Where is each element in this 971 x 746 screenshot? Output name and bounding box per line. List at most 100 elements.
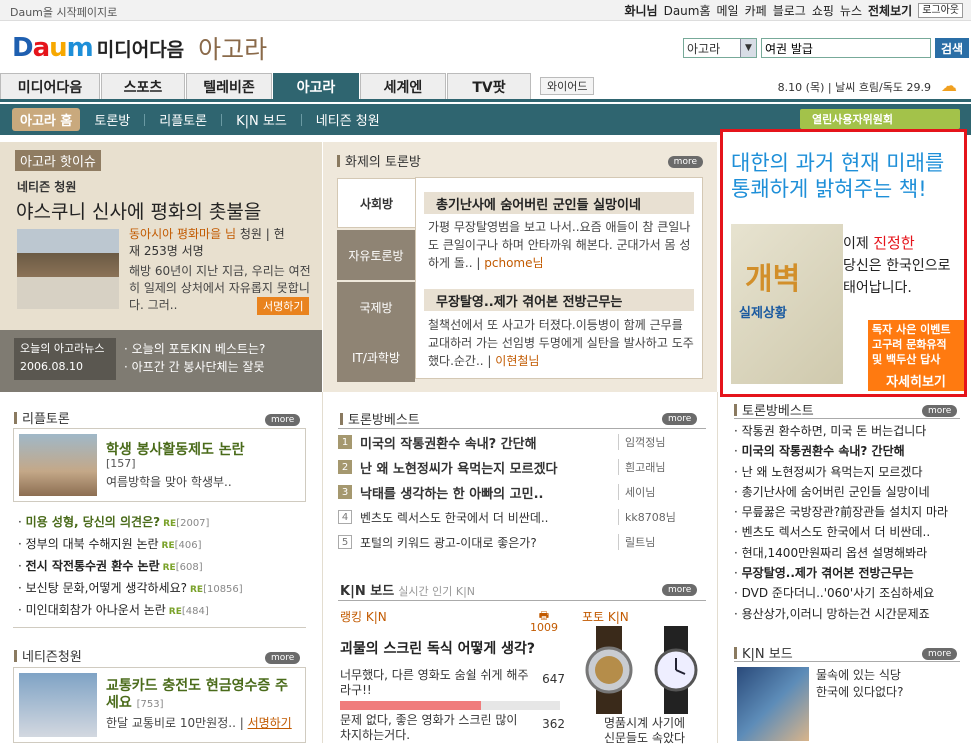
list-item[interactable]: · 벤츠도 렉서스도 한국에서 더 비싼데.. [734, 522, 948, 542]
best-author[interactable]: 세이님 [618, 484, 655, 500]
best-right-item[interactable]: 벤츠도 렉서스도 한국에서 더 비싼데.. [742, 525, 931, 539]
tab-it-science[interactable]: IT/과학방 [337, 332, 415, 382]
petition-title-text[interactable]: 교통카드 충전도 현금영수증 주세요 [106, 678, 288, 711]
link-daum-home[interactable]: Daum홈 [664, 2, 711, 19]
book-advertisement[interactable]: 대한의 과거 현재 미래를 통쾌하게 밝혀주는 책! 개벽 실제상황 이제 진정한 … [720, 129, 967, 397]
all-view-link[interactable]: 전체보기 [868, 2, 912, 19]
best-right-more-button[interactable]: more [922, 405, 958, 417]
list-item[interactable]: 1 미국의 작통권환수 속내? 간단해 임꺽정님 [338, 432, 708, 452]
best-right-item[interactable]: 무장탈영..제가 겪어본 전방근무는 [742, 566, 914, 580]
logout-button[interactable]: 로그아웃 [918, 3, 963, 18]
best-author[interactable]: 릴트님 [618, 534, 655, 550]
riple-item-text[interactable]: 미용 성형, 당신의 의견은? [26, 515, 160, 529]
debate-item-body[interactable]: 철책선에서 또 사고가 터졌다.이등병이 함께 근무를 교대하러 가는 선임병 … [428, 316, 694, 370]
list-item[interactable]: · 무릎꿇은 국방장관?前장관들 설치지 마라 [734, 502, 948, 522]
debate-item-title[interactable]: 무장탈영..제가 겪어본 전방근무는 [424, 289, 694, 311]
riple-item-text[interactable]: 전시 작전통수권 환수 논란 [26, 559, 160, 573]
list-item[interactable]: · 난 왜 노현정씨가 욕먹는지 모르겠다 [734, 462, 948, 482]
list-item[interactable]: · 미인대회참가 아나운서 논란 RE[484] [18, 600, 243, 622]
news-item[interactable]: · 오늘의 포토KIN 베스트는? [124, 340, 265, 358]
link-mail[interactable]: 메일 [717, 2, 739, 19]
best-right-item[interactable]: 난 왜 노현정씨가 욕먹는지 모르겠다 [742, 465, 923, 479]
best-right-item[interactable]: 용산상가,이러니 망하는건 시간문제죠 [742, 607, 930, 621]
list-item[interactable]: · 작통권 환수하면, 미국 돈 버는겁니다 [734, 421, 948, 441]
list-item[interactable]: 3 낙태를 생각하는 한 아빠의 고민.. 세이님 [338, 482, 708, 502]
answer-option[interactable]: 너무했다, 다른 영화도 숨쉴 쉬게 해주라구!! 647 [340, 668, 565, 698]
ad-details-button[interactable]: 자세히보기 [868, 369, 964, 391]
underwater-restaurant-photo[interactable] [737, 667, 809, 741]
chevron-down-icon[interactable]: ▼ [740, 39, 756, 57]
daum-logo[interactable]: Daum [12, 33, 94, 63]
list-item[interactable]: · 용산상가,이러니 망하는건 시간문제죠 [734, 604, 948, 624]
tab-free-debate[interactable]: 자유토론방 [337, 230, 415, 280]
debate-item-author[interactable]: pchome님 [484, 256, 543, 270]
watch-photo[interactable] [582, 626, 707, 714]
list-item[interactable]: · 총기난사에 숨어버린 군인들 실망이네 [734, 482, 948, 502]
best-right-item[interactable]: DVD 준다더니..'060'사기 조심하세요 [742, 586, 935, 600]
best-title[interactable]: 포털의 키워드 광고-이대로 좋은가? [360, 534, 618, 551]
link-blog[interactable]: 블로그 [773, 2, 806, 19]
link-cafe[interactable]: 카페 [745, 2, 767, 19]
subnav-agora-home[interactable]: 아고라 홈 [12, 108, 81, 131]
hot-issue-title[interactable]: 야스쿠니 신사에 평화의 촛불을 [16, 197, 261, 224]
best-right-item[interactable]: 작통권 환수하면, 미국 돈 버는겁니다 [742, 424, 927, 438]
tab-society[interactable]: 사회방 [337, 178, 415, 228]
search-button[interactable]: 검색 [935, 38, 969, 58]
set-start-page-link[interactable]: Daum을 시작페이지로 [10, 4, 117, 20]
subnav-debate-room[interactable]: 토론방 [80, 110, 144, 129]
tab-tvpot[interactable]: TV팟 [447, 73, 531, 99]
petition-desc-text[interactable]: 한달 교통비로 10만원정.. [106, 716, 236, 730]
tab-agora[interactable]: 아고라 [273, 73, 359, 99]
sign-button[interactable]: 서명하기 [257, 297, 310, 315]
best-author[interactable]: kk8708님 [618, 509, 676, 525]
list-item[interactable]: 4 벤츠도 렉서스도 한국에서 더 비싼데.. kk8708님 [338, 507, 708, 527]
open-user-committee-banner[interactable]: 열린사용자위원회 [800, 109, 960, 129]
kin-right-more-button[interactable]: more [922, 648, 958, 660]
tab-televizone[interactable]: 텔레비존 [186, 73, 272, 99]
tab-sports[interactable]: 스포츠 [101, 73, 185, 99]
yasukuni-shrine-photo[interactable] [17, 229, 119, 309]
tab-wired[interactable]: 와이어드 [540, 77, 595, 95]
list-item[interactable]: · 정부의 대북 수해지원 논란 RE[406] [18, 534, 243, 556]
photo-caption[interactable]: 명품시계 사기에 신문들도 속았다 [582, 716, 707, 746]
debate-more-button[interactable]: more [667, 156, 703, 168]
petition-title[interactable]: 교통카드 충전도 현금영수증 주세요 [753] [106, 678, 296, 713]
petition-featured[interactable]: 교통카드 충전도 현금영수증 주세요 [753] 한달 교통비로 10만원정..… [13, 667, 306, 743]
answer-option[interactable]: 문제 없다, 좋은 영화가 스크린 많이 차지하는거다. 362 [340, 713, 565, 743]
best-right-item[interactable]: 총기난사에 숨어버린 군인들 실망이네 [742, 485, 930, 499]
ranking-question[interactable]: 괴물의 스크린 독식 어떻게 생각? [340, 638, 535, 658]
petition-photo[interactable] [19, 673, 97, 737]
best-title[interactable]: 난 왜 노현정씨가 욕먹는지 모르겠다 [360, 458, 618, 477]
link-shopping[interactable]: 쇼핑 [812, 2, 834, 19]
riple-more-button[interactable]: more [265, 414, 301, 426]
kin-more-button[interactable]: more [662, 584, 698, 596]
list-item[interactable]: · 현대,1400만원짜리 옵션 설명해봐라 [734, 543, 948, 563]
debate-item-body[interactable]: 가평 무장탈영범을 보고 나서..요즘 애들이 참 큰일나도 큰일이구나 하며 … [428, 218, 694, 272]
list-item[interactable]: · 보신탕 문화,어떻게 생각하세요? RE[10856] [18, 578, 243, 600]
news-item[interactable]: · 아프간 간 봉사단체는 잘못 [124, 358, 265, 376]
search-input[interactable] [761, 38, 931, 58]
riple-photo[interactable] [19, 434, 97, 496]
petition-more-button[interactable]: more [265, 652, 301, 664]
tab-world-en[interactable]: 세계엔 [360, 73, 446, 99]
tab-media-daum[interactable]: 미디어다음 [0, 73, 100, 99]
site-logo[interactable]: Daum 미디어다음 아고라 [12, 30, 267, 66]
list-item[interactable]: 2 난 왜 노현정씨가 욕먹는지 모르겠다 흰고래님 [338, 457, 708, 477]
search-scope-select[interactable]: 아고라 ▼ [683, 38, 757, 58]
best-title[interactable]: 미국의 작통권환수 속내? 간단해 [360, 433, 618, 452]
riple-item-text[interactable]: 정부의 대북 수해지원 논란 [26, 537, 159, 551]
list-item[interactable]: · DVD 준다더니..'060'사기 조심하세요 [734, 583, 948, 603]
subnav-reply-debate[interactable]: 리플토론 [145, 110, 221, 129]
list-item[interactable]: · 무장탈영..제가 겪어본 전방근무는 [734, 563, 948, 583]
petition-author[interactable]: 동아시아 평화마을 님 [129, 227, 236, 241]
best-right-item[interactable]: 미국의 작통권환수 속내? 간단해 [742, 444, 905, 458]
best-right-item[interactable]: 무릎꿇은 국방장관?前장관들 설치지 마라 [742, 505, 948, 519]
riple-featured-desc[interactable]: 여름방학을 맞아 학생부.. [106, 473, 232, 490]
best-right-item[interactable]: 현대,1400만원짜리 옵션 설명해봐라 [742, 546, 928, 560]
riple-featured-title[interactable]: 학생 봉사활동제도 논란 [106, 439, 245, 459]
riple-item-text[interactable]: 미인대회참가 아나운서 논란 [26, 603, 166, 617]
best-title[interactable]: 낙태를 생각하는 한 아빠의 고민.. [360, 483, 618, 502]
petition-sign-link[interactable]: 서명하기 [248, 716, 292, 730]
debate-item-title[interactable]: 총기난사에 숨어버린 군인들 실망이네 [424, 192, 694, 214]
subnav-netizen-petition[interactable]: 네티즌 청원 [302, 110, 394, 129]
